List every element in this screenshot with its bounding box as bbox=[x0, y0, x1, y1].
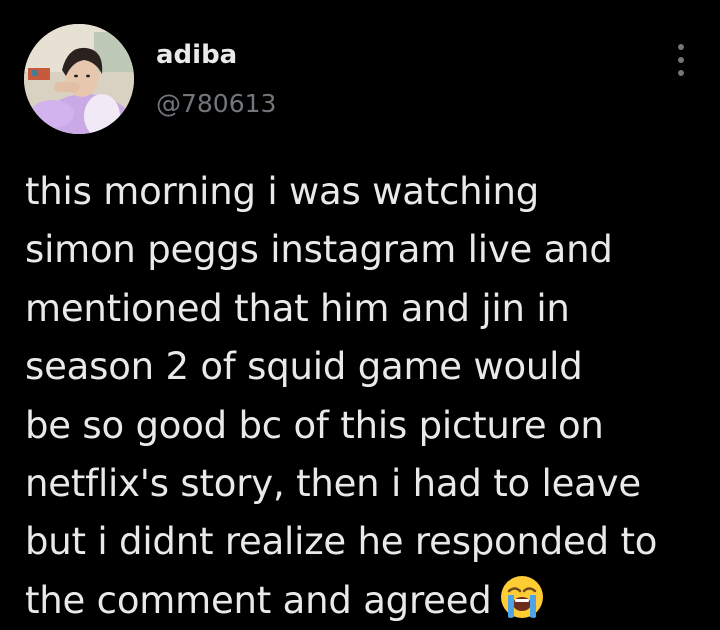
tweet-text: this morning i was watching simon peggs … bbox=[25, 163, 705, 630]
tweet-text-line-last: the comment and agreed bbox=[25, 572, 705, 630]
tweet-text-line: simon peggs instagram live and bbox=[25, 228, 613, 272]
more-options-button[interactable] bbox=[664, 40, 698, 80]
more-vertical-icon bbox=[678, 44, 684, 50]
tweet-text-line: the comment and agreed bbox=[25, 578, 492, 622]
avatar[interactable] bbox=[24, 24, 134, 134]
more-vertical-icon-dot bbox=[678, 57, 684, 63]
more-vertical-icon-dot bbox=[678, 70, 684, 76]
tweet-text-line: season 2 of squid game would bbox=[25, 345, 583, 389]
loudly-crying-face-emoji bbox=[500, 575, 543, 618]
tweet-text-line: be so good bc of this picture on bbox=[25, 403, 604, 447]
tweet-text-line: but i didnt realize he responded to bbox=[25, 520, 658, 564]
user-handle[interactable]: @780613 bbox=[156, 88, 276, 120]
tweet-text-line: this morning i was watching bbox=[25, 170, 540, 213]
avatar-photo bbox=[24, 24, 134, 134]
tweet-text-line: netflix's story, then i had to leave bbox=[25, 461, 641, 505]
tweet-text-line: mentioned that him and jin in bbox=[25, 286, 570, 330]
tweet-card: adiba @780613 this morning i was watchin… bbox=[0, 0, 720, 630]
display-name[interactable]: adiba bbox=[156, 38, 237, 72]
